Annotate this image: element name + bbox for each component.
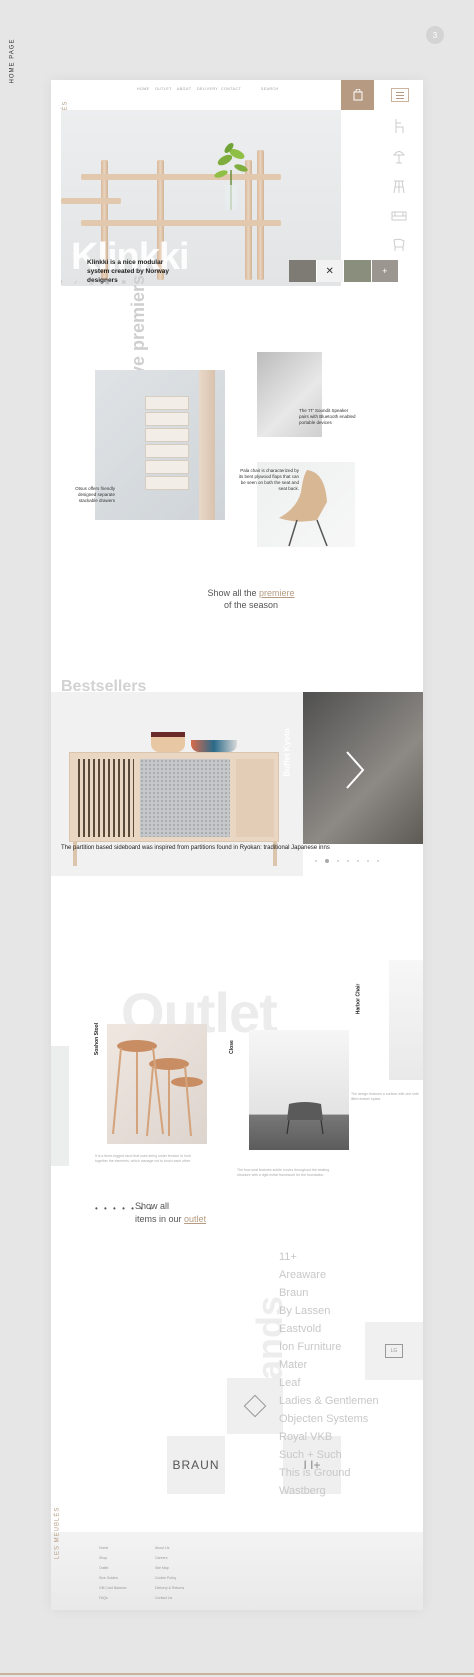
chevron-right-icon[interactable]: [345, 750, 365, 790]
outlet-desc-stool: It is a three-legged stool that uses str…: [95, 1154, 191, 1163]
brand-item[interactable]: Areaware: [279, 1266, 379, 1284]
outlet-label-close: Close: [228, 1040, 235, 1054]
brand-item[interactable]: 11+: [279, 1248, 379, 1266]
buffet-kyoto-label: Buffet Kyoto: [282, 728, 292, 777]
outlet-label-harbor: Harbor Chair: [355, 983, 362, 1015]
footer-link[interactable]: Shop: [99, 1556, 107, 1560]
footer-link[interactable]: Outlet: [99, 1566, 108, 1570]
nav-outlet[interactable]: OUTLET: [155, 87, 172, 91]
footer-link[interactable]: Delivery & Returns: [155, 1586, 184, 1590]
nav-search[interactable]: SEARCH: [261, 87, 279, 91]
page-label: HOME PAGE: [9, 38, 16, 84]
show-outlet-cta: Show all items in our outlet: [135, 1201, 207, 1224]
outlet-product-close[interactable]: [249, 1030, 349, 1150]
outlet-product-harbor[interactable]: [389, 960, 423, 1080]
footer-link[interactable]: Careers: [155, 1556, 167, 1560]
footer-brand-vertical[interactable]: LES MEUBLÉS: [54, 1480, 73, 1600]
brand-item[interactable]: This is Ground: [279, 1464, 379, 1482]
brand-item[interactable]: Wastberg: [279, 1482, 379, 1500]
footer-link[interactable]: FAQs: [99, 1596, 108, 1600]
footer-link[interactable]: Gift Card Balance: [99, 1586, 127, 1590]
outlet-desc-close: The bow seat features subtle curves thro…: [237, 1168, 330, 1177]
premiere-link[interactable]: premiere: [259, 588, 295, 598]
chair-icon[interactable]: [389, 118, 409, 138]
plant-illustration: [214, 143, 248, 210]
nav-delivery[interactable]: DELIVERY: [197, 87, 218, 91]
close-icon[interactable]: ✕: [316, 260, 344, 282]
footer-link[interactable]: About Us: [155, 1546, 169, 1550]
outlet-desc-harbor: The design features a surface with one s…: [351, 1092, 419, 1101]
plus-icon[interactable]: +: [371, 260, 399, 282]
footer-link[interactable]: Contact Us: [155, 1596, 172, 1600]
caption-speaker: The 'IT' Soundit Speaker pairs with Blue…: [299, 408, 356, 425]
stool-icon[interactable]: [389, 178, 409, 198]
page-mockup: HOME OUTLET ABOUT DELIVERY CONTACT SEARC…: [51, 80, 423, 1610]
caption-chair: Pala chair is characterized by its bent …: [238, 468, 299, 491]
social-icons[interactable]: f ✓ ◎ ▣ ⌘: [61, 280, 131, 286]
footer-link[interactable]: Size Guides: [99, 1576, 118, 1580]
nav-home[interactable]: HOME: [137, 87, 150, 91]
show-premieres-cta: Show all the premiere of the season: [207, 588, 295, 610]
sofa-icon[interactable]: [389, 238, 409, 258]
outlet-product-stool[interactable]: [107, 1024, 207, 1144]
nav-contact[interactable]: CONTACT: [221, 87, 241, 91]
sideboard-caption: The partition based sideboard was inspir…: [61, 845, 330, 851]
brand-item[interactable]: By Lassen: [279, 1302, 379, 1320]
shopping-bag-icon[interactable]: [341, 80, 374, 110]
brand-list: 11+ Areaware Braun By Lassen Eastvold Io…: [279, 1248, 379, 1500]
brand-item[interactable]: Eastvold: [279, 1320, 379, 1338]
footer-link[interactable]: Home: [99, 1546, 108, 1550]
brand-logo-box-2[interactable]: [227, 1378, 283, 1434]
bottom-accent-line: [0, 1673, 474, 1675]
brand-item[interactable]: Leaf: [279, 1374, 379, 1392]
caption-drawers: Otsus offers friendly designed separate …: [75, 486, 115, 503]
braun-logo[interactable]: BRAUN: [167, 1436, 225, 1494]
brand-item[interactable]: Ladies & Gentlemen: [279, 1392, 379, 1410]
nav-about[interactable]: ABOUT: [177, 87, 192, 91]
outlet-link[interactable]: outlet: [184, 1214, 206, 1224]
menu-icon[interactable]: [391, 88, 409, 102]
outlet-label-stool: Soshon Stool: [94, 1022, 101, 1056]
brand-item[interactable]: Such + Such: [279, 1446, 379, 1464]
buffet-kyoto-image[interactable]: [303, 692, 423, 844]
footer-link[interactable]: Cookie Policy: [155, 1576, 176, 1580]
hero-thumbnails[interactable]: ✕ +: [289, 260, 399, 282]
brand-item[interactable]: Royal VKB: [279, 1428, 379, 1446]
brand-item[interactable]: Mater: [279, 1356, 379, 1374]
page-number-badge: 3: [426, 26, 444, 44]
brand-item[interactable]: Ion Furniture: [279, 1338, 379, 1356]
carousel-dots[interactable]: [315, 859, 379, 863]
bed-icon[interactable]: [389, 208, 409, 228]
outlet-product-prev[interactable]: [51, 1046, 69, 1166]
brand-item[interactable]: Objecten Systems: [279, 1410, 379, 1428]
footer-link[interactable]: Site Map: [155, 1566, 169, 1570]
lamp-icon[interactable]: [389, 148, 409, 168]
brand-item[interactable]: Braun: [279, 1284, 379, 1302]
